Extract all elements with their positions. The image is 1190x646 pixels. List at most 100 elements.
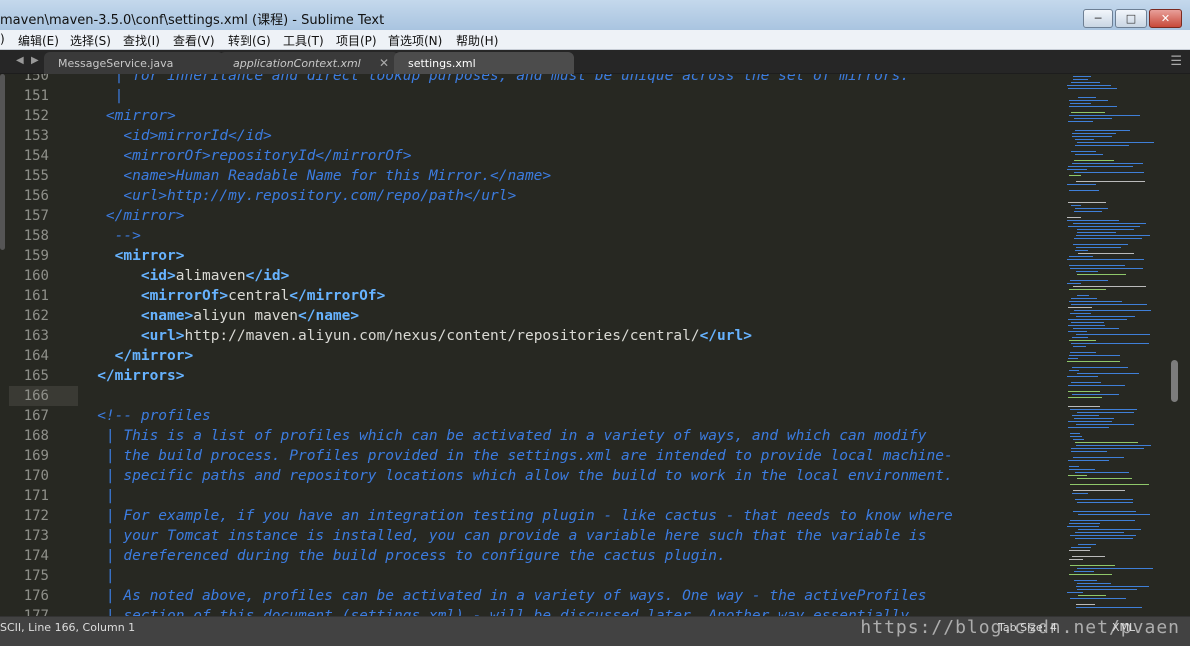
code-line[interactable]: | xyxy=(71,486,115,506)
minimap-line xyxy=(1076,316,1135,317)
code-line[interactable]: <name>aliyun maven</name> xyxy=(71,306,359,326)
minimap-line xyxy=(1074,571,1094,572)
minimap[interactable] xyxy=(1065,74,1167,616)
code-line[interactable]: <mirror> xyxy=(71,246,185,266)
minimap-line xyxy=(1073,346,1086,347)
code-line[interactable]: <url>http://my.repository.com/repo/path<… xyxy=(71,186,516,206)
menu-item-find[interactable]: 查找(I) xyxy=(123,32,160,49)
menu-item-edit[interactable]: 编辑(E) xyxy=(18,32,59,49)
code-line[interactable]: | This is a list of profiles which can b… xyxy=(71,426,927,446)
minimap-line xyxy=(1069,301,1122,302)
menu-item-tools[interactable]: 工具(T) xyxy=(283,32,324,49)
minimap-line xyxy=(1076,235,1150,236)
line-number: 154 xyxy=(23,148,49,164)
tab-scroll-right-icon[interactable]: ▶ xyxy=(31,55,39,66)
menu-item-project[interactable]: 项目(P) xyxy=(336,32,377,49)
minimap-line xyxy=(1070,352,1096,353)
minimap-line xyxy=(1069,100,1108,101)
code-line[interactable]: | For example, if you have an integratio… xyxy=(71,506,953,526)
minimap-line xyxy=(1077,232,1116,233)
minimap-line xyxy=(1067,592,1083,593)
menu-item-help[interactable]: 帮助(H) xyxy=(456,32,498,49)
code-line[interactable]: | section of this document (settings.xml… xyxy=(71,606,909,616)
code-line[interactable]: <name>Human Readable Name for this Mirro… xyxy=(71,166,551,186)
code-line[interactable]: </mirror> xyxy=(71,346,194,366)
minimap-line xyxy=(1078,253,1134,254)
line-number: 173 xyxy=(23,528,49,544)
code-line[interactable]: <mirrorOf>repositoryId</mirrorOf> xyxy=(71,146,411,166)
code-area[interactable]: | for inheritance and direct lookup purp… xyxy=(71,74,1065,616)
code-line[interactable]: <mirrorOf>central</mirrorOf> xyxy=(71,286,385,306)
status-bar: SCII, Line 166, Column 1 Tab Size: 4 XML… xyxy=(0,616,1190,646)
minimap-line xyxy=(1071,205,1081,206)
menu-item-preferences[interactable]: 首选项(N) xyxy=(388,32,442,49)
minimap-line xyxy=(1076,424,1134,425)
code-line[interactable]: <id>alimaven</id> xyxy=(71,266,289,286)
minimap-line xyxy=(1073,439,1084,440)
menu-item-selection[interactable]: 选择(S) xyxy=(70,32,111,49)
line-number: 156 xyxy=(23,188,49,204)
window-title: maven\maven-3.5.0\conf\settings.xml (课程)… xyxy=(0,13,385,28)
minimap-line xyxy=(1070,313,1091,314)
line-number: 150 xyxy=(23,74,49,84)
tab-label: applicationContext.xml xyxy=(233,57,361,70)
tab-menu-icon[interactable]: ☰ xyxy=(1170,54,1182,69)
menu-item-file[interactable]: ) xyxy=(0,32,5,46)
code-line[interactable]: </mirrors> xyxy=(71,366,184,386)
line-number: 171 xyxy=(23,488,49,504)
code-line[interactable]: | your Tomcat instance is installed, you… xyxy=(71,526,927,546)
close-button[interactable]: ✕ xyxy=(1149,9,1182,28)
tab-scroll-left-icon[interactable]: ◀ xyxy=(16,55,24,66)
minimap-line xyxy=(1068,460,1109,461)
code-line[interactable]: | dereferenced during the build process … xyxy=(71,546,726,566)
minimize-button[interactable]: ─ xyxy=(1083,9,1113,28)
code-line[interactable]: <!-- profiles xyxy=(71,406,211,426)
code-line[interactable]: | xyxy=(71,566,115,586)
code-line[interactable]: </mirror> xyxy=(71,206,185,226)
minimap-line xyxy=(1067,220,1119,221)
code-line[interactable] xyxy=(71,386,97,406)
minimap-line xyxy=(1076,607,1142,608)
line-number: 159 xyxy=(23,248,49,264)
minimap-line xyxy=(1068,121,1093,122)
code-line[interactable]: --> xyxy=(71,226,141,246)
code-line[interactable]: | As noted above, profiles can be activa… xyxy=(71,586,927,606)
code-line[interactable]: <url>http://maven.aliyun.com/nexus/conte… xyxy=(71,326,752,346)
minimap-line xyxy=(1075,442,1138,443)
tab-settings-xml[interactable]: settings.xml xyxy=(394,52,574,74)
tab-message-service[interactable]: MessageService.java xyxy=(44,52,224,74)
minimap-line xyxy=(1069,574,1112,575)
minimap-line xyxy=(1067,217,1081,218)
code-line[interactable]: | xyxy=(71,86,124,106)
code-line[interactable]: | the build process. Profiles provided i… xyxy=(71,446,953,466)
minimap-line xyxy=(1070,268,1143,269)
minimap-line xyxy=(1075,154,1103,155)
maximize-button[interactable]: □ xyxy=(1115,9,1147,28)
minimap-line xyxy=(1068,331,1087,332)
minimap-line xyxy=(1078,529,1141,530)
minimap-line xyxy=(1067,259,1144,260)
menu-item-goto[interactable]: 转到(G) xyxy=(228,32,271,49)
tab-close-icon[interactable]: ✕ xyxy=(379,56,389,70)
minimap-line xyxy=(1067,376,1098,377)
code-editor[interactable]: 150 151 152 153 154 155 156 157 158 159 160 161 162 1… xyxy=(0,74,1065,616)
minimap-line xyxy=(1074,580,1097,581)
code-line[interactable]: <id>mirrorId</id> xyxy=(71,126,271,146)
scrollbar-thumb[interactable] xyxy=(1171,360,1178,402)
tab-bar: ◀ ▶ MessageService.java applicationConte… xyxy=(0,50,1190,74)
code-line[interactable]: | specific paths and repository location… xyxy=(71,466,953,486)
minimap-line xyxy=(1073,223,1146,224)
minimap-line xyxy=(1073,511,1136,512)
left-scroll-indicator xyxy=(0,74,5,250)
minimap-line xyxy=(1071,448,1144,449)
menu-item-view[interactable]: 查看(V) xyxy=(173,32,215,49)
tab-application-context[interactable]: applicationContext.xml ✕ xyxy=(219,52,399,74)
minimap-line xyxy=(1071,547,1091,548)
vertical-scrollbar[interactable] xyxy=(1167,74,1190,616)
minimap-line xyxy=(1069,106,1117,107)
code-line[interactable]: <mirror> xyxy=(71,106,176,126)
code-line[interactable]: | for inheritance and direct lookup purp… xyxy=(71,74,909,86)
minimap-line xyxy=(1074,238,1142,239)
minimap-line xyxy=(1069,265,1125,266)
minimap-line xyxy=(1072,394,1119,395)
